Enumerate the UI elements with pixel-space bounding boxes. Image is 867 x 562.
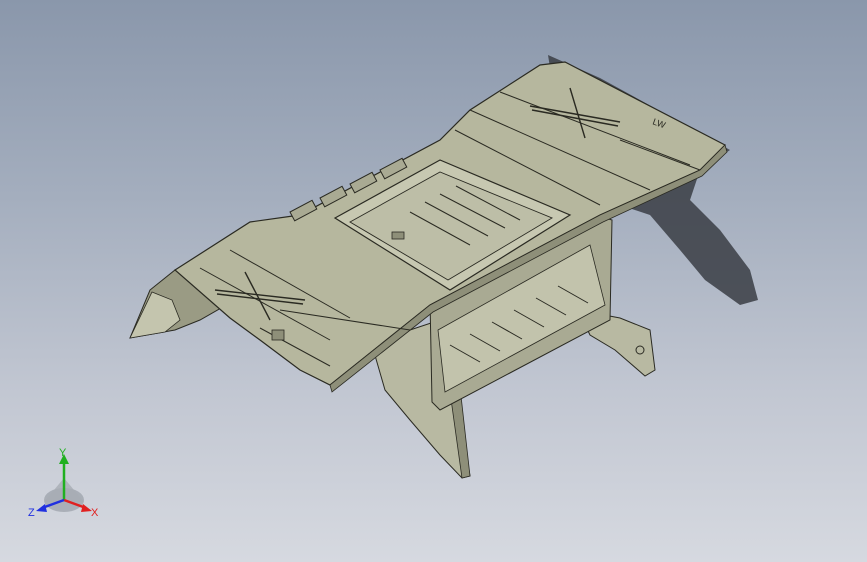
cad-viewport[interactable]: LW Y X Z [0, 0, 867, 562]
cad-model-scene[interactable]: LW [0, 0, 867, 562]
orientation-triad[interactable]: Y X Z [26, 448, 106, 524]
y-axis-label: Y [59, 448, 67, 459]
x-axis-label: X [91, 507, 99, 519]
z-axis-arrow [36, 504, 47, 512]
hatch-latch [391, 231, 405, 240]
z-axis-label: Z [28, 507, 35, 519]
left-bracket [271, 329, 285, 341]
